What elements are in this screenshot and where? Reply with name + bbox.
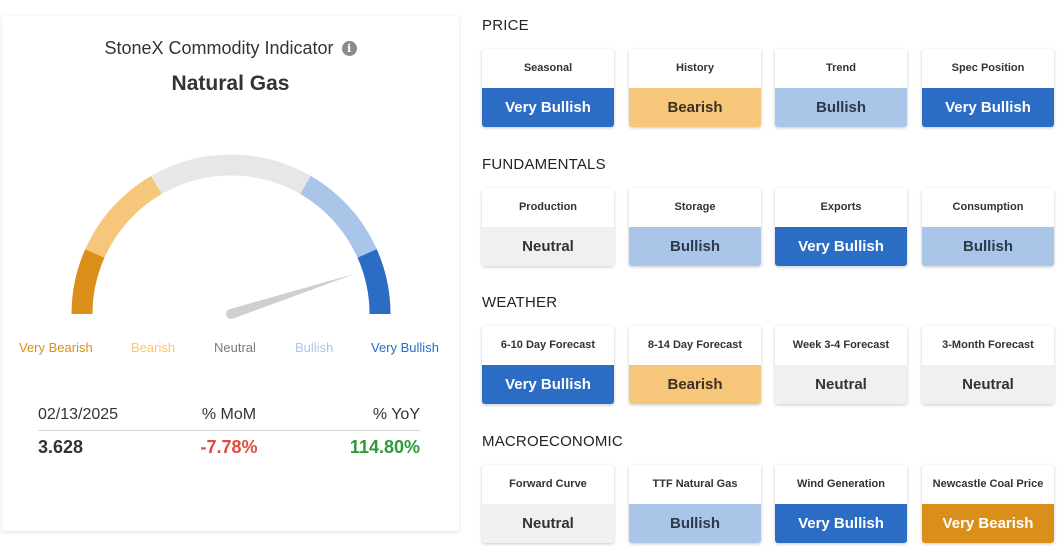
- stats-price: 3.628: [38, 437, 84, 457]
- section-title-weather: WEATHER: [482, 294, 558, 311]
- gauge-label-neutral: Neutral: [214, 340, 256, 355]
- tile-week-3-4-forecast[interactable]: Week 3-4 Forecast Neutral: [775, 326, 907, 404]
- tile-value: Neutral: [775, 365, 907, 404]
- tile-value: Very Bullish: [922, 88, 1054, 127]
- tile-6-10-day-forecast[interactable]: 6-10 Day Forecast Very Bullish: [482, 326, 614, 404]
- tile-label: Newcastle Coal Price: [932, 478, 1044, 490]
- gauge-segment-very-bullish: [357, 249, 391, 315]
- tile-label: Production: [518, 201, 578, 213]
- tile-label: Wind Generation: [797, 478, 885, 490]
- price-stats: 02/13/2025 % MoM % YoY 3.628 -7.78% 114.…: [38, 406, 420, 458]
- tile-value: Very Bullish: [775, 504, 907, 543]
- tile-wind-generation[interactable]: Wind Generation Very Bullish: [775, 465, 907, 543]
- stats-date: 02/13/2025: [38, 406, 119, 423]
- tile-label: 6-10 Day Forecast: [500, 339, 596, 351]
- tile-label: 3-Month Forecast: [942, 339, 1034, 351]
- tile-label: 8-14 Day Forecast: [647, 339, 743, 351]
- section-title-price: PRICE: [482, 17, 529, 34]
- tile-history[interactable]: History Bearish: [629, 49, 761, 127]
- tile-value: Bullish: [629, 504, 761, 543]
- tile-value: Bullish: [922, 227, 1054, 266]
- tile-label: History: [676, 62, 714, 74]
- tile-label: Storage: [674, 201, 716, 213]
- tile-value: Very Bullish: [482, 365, 614, 404]
- stats-yoy: 114.80%: [349, 437, 420, 457]
- gauge-segment-bullish: [300, 175, 377, 258]
- tile-production[interactable]: Production Neutral: [482, 188, 614, 266]
- gauge-label-very-bearish: Very Bearish: [19, 340, 93, 355]
- tile-value: Neutral: [482, 227, 614, 266]
- tile-consumption[interactable]: Consumption Bullish: [922, 188, 1054, 266]
- tile-label: Trend: [826, 62, 856, 74]
- tile-trend[interactable]: Trend Bullish: [775, 49, 907, 127]
- tile-value: Neutral: [922, 365, 1054, 404]
- gauge-segment-bearish: [85, 175, 162, 258]
- tile-8-14-day-forecast[interactable]: 8-14 Day Forecast Bearish: [629, 326, 761, 404]
- tile-label: TTF Natural Gas: [652, 478, 738, 490]
- stats-header: 02/13/2025 % MoM % YoY: [38, 406, 420, 431]
- tile-newcastle-coal-price[interactable]: Newcastle Coal Price Very Bearish: [922, 465, 1054, 543]
- tile-value: Bearish: [629, 365, 761, 404]
- gauge-label-bearish: Bearish: [131, 340, 176, 355]
- section-title-fundamentals: FUNDAMENTALS: [482, 156, 606, 173]
- tile-label: Spec Position: [951, 62, 1025, 74]
- gauge: [71, 154, 391, 319]
- section-title-macroeconomic: MACROECONOMIC: [482, 433, 623, 450]
- tile-3-month-forecast[interactable]: 3-Month Forecast Neutral: [922, 326, 1054, 404]
- tile-seasonal[interactable]: Seasonal Very Bullish: [482, 49, 614, 127]
- tile-forward-curve[interactable]: Forward Curve Neutral: [482, 465, 614, 543]
- tile-exports[interactable]: Exports Very Bullish: [775, 188, 907, 266]
- tile-value: Very Bearish: [922, 504, 1054, 543]
- gauge-segment-very-bearish: [71, 249, 105, 315]
- tile-spec-position[interactable]: Spec Position Very Bullish: [922, 49, 1054, 127]
- gauge-needle-hub: [226, 309, 236, 319]
- tile-label: Consumption: [952, 201, 1024, 213]
- tile-label: Week 3-4 Forecast: [792, 339, 890, 351]
- tile-value: Very Bullish: [775, 227, 907, 266]
- tile-value: Bullish: [629, 227, 761, 266]
- tile-storage[interactable]: Storage Bullish: [629, 188, 761, 266]
- stats-mom-label: % MoM: [201, 406, 257, 423]
- gauge-label-bullish: Bullish: [295, 340, 334, 355]
- gauge-segment-neutral: [151, 154, 311, 195]
- tile-ttf-natural-gas[interactable]: TTF Natural Gas Bullish: [629, 465, 761, 543]
- tile-value: Very Bullish: [482, 88, 614, 127]
- gauge-needle: [229, 273, 357, 319]
- stats-values: 3.628 -7.78% 114.80%: [38, 431, 420, 458]
- gauge-label-very-bullish: Very Bullish: [371, 340, 439, 355]
- tile-label: Seasonal: [523, 62, 573, 74]
- tile-label: Forward Curve: [509, 478, 587, 490]
- tile-value: Neutral: [482, 504, 614, 543]
- tile-value: Bullish: [775, 88, 907, 127]
- tile-value: Bearish: [629, 88, 761, 127]
- stats-mom: -7.78%: [200, 437, 258, 457]
- stats-yoy-label: % YoY: [372, 406, 420, 423]
- tile-label: Exports: [820, 201, 862, 213]
